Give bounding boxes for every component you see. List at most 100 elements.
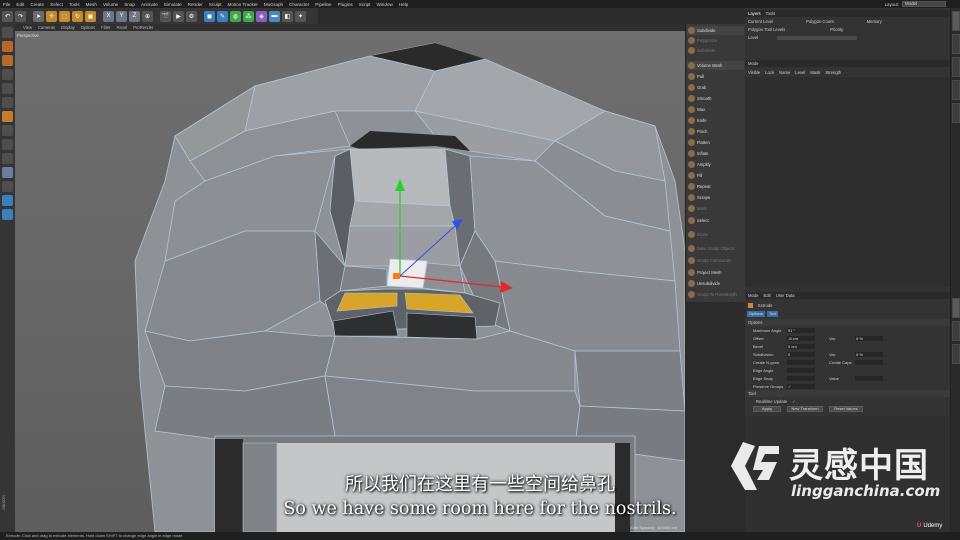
attr-field-value[interactable]: 0 % [855,335,883,341]
tab-layer[interactable] [952,321,960,341]
sculpt-tool-erase[interactable]: Erase [687,230,744,239]
polygons-mode-icon[interactable] [2,111,13,122]
array-icon[interactable]: ⁂ [243,10,254,22]
viewport-menu-options[interactable]: Options [81,25,95,30]
tab-takes[interactable] [952,34,960,54]
sculpt-tool-select[interactable]: Select [687,216,744,225]
menu-item-tools[interactable]: Tools [69,2,80,7]
tab-tool[interactable]: Tool [767,311,779,317]
undo-icon[interactable]: ↶ [2,10,13,22]
sculpt-tool-subdivide[interactable]: Subdivide [687,46,744,55]
attr-menu-edit[interactable]: Edit [763,293,770,298]
tab-options[interactable]: Options [747,311,765,317]
tab-objects[interactable] [952,11,960,31]
solo-icon[interactable] [2,181,13,192]
sculpt-tool-scrape[interactable]: Scrape [687,193,744,202]
menu-item-help[interactable]: Help [399,2,408,7]
menu-item-create[interactable]: Create [30,2,44,7]
apply-button[interactable]: Apply [753,406,781,412]
tab-coordinates[interactable] [952,344,960,364]
edges-mode-icon[interactable] [2,97,13,108]
tab-structure[interactable] [952,80,960,100]
attr-field-value[interactable]: 0 % [855,351,883,357]
tab-layers[interactable]: Layers [748,11,761,16]
viewport-menu-cameras[interactable]: Cameras [38,25,55,30]
attr-field-value[interactable] [787,359,815,365]
sculpt-tool-unsubdivide[interactable]: Unsubdivide [687,279,744,288]
axis-mode-icon[interactable] [2,139,13,150]
model-mode-icon[interactable] [2,41,13,52]
polygon-tool-levels-label[interactable]: Polygon Tool Levels [748,27,785,32]
sculpt-tool-smooth[interactable]: Smooth [687,94,744,103]
realtime-check-icon[interactable]: ✓ [792,399,796,404]
layers-list-area[interactable] [745,77,950,287]
sculpt-tool-sculpt-to-posemorph[interactable]: Sculpt To PoseMorph [687,290,744,299]
sculpt-tool-project-mesh[interactable]: Project Mesh [687,268,744,277]
sculpt-tool-repeat[interactable]: Repeat [687,182,744,191]
level-slider[interactable] [777,35,858,40]
attr-field-value[interactable]: ✓ [787,383,815,389]
sculpt-tool-amplify[interactable]: Amplify [687,160,744,169]
floor-icon[interactable]: ▬ [269,10,280,22]
menu-item-select[interactable]: Select [50,2,63,7]
menu-item-render[interactable]: Render [188,2,203,7]
attr-field-value[interactable] [855,359,883,365]
sculpt-tool-volume-mesh[interactable]: Volume Mesh [687,61,744,70]
make-editable-icon[interactable] [2,27,13,38]
tab-content-browser[interactable] [952,57,960,77]
snap-icon[interactable] [2,167,13,178]
menu-item-window[interactable]: Window [376,2,392,7]
viewport-menu-view[interactable]: View [23,25,32,30]
sculpt-tool-knife[interactable]: Knife [687,116,744,125]
viewport-menu-panel[interactable]: Panel [117,25,128,30]
render-settings-icon[interactable]: ⚙ [186,10,197,22]
render-pv-icon[interactable]: ▶ [173,10,184,22]
recent-tool-icon[interactable]: ▣ [85,10,96,22]
workplane-icon[interactable] [2,69,13,80]
x-axis-icon[interactable]: X [103,10,114,22]
workplane-lock-icon[interactable] [2,195,13,206]
sculpt-tool-grab[interactable]: Grab [687,83,744,92]
menu-item-character[interactable]: Character [289,2,309,7]
tweak-icon[interactable] [2,153,13,164]
tab-attributes[interactable] [952,298,960,318]
menu-item-sculpt[interactable]: Sculpt [209,2,222,7]
viewport-menu-prorender[interactable]: ProRender [133,25,153,30]
viewport-menu-display[interactable]: Display [61,25,75,30]
sculpt-tool-pull[interactable]: Pull [687,72,744,81]
menu-item-volume[interactable]: Volume [103,2,118,7]
scale-icon[interactable]: ⬚ [59,10,70,22]
layout-dropdown[interactable]: Model [902,1,946,7]
reset-values-button[interactable]: Reset Values [829,406,863,412]
menu-item-plugins[interactable]: Plugins [338,2,353,7]
uv-mode-icon[interactable] [2,125,13,136]
select-icon[interactable]: ➤ [33,10,44,22]
attr-field-value[interactable] [787,375,815,381]
mode-label[interactable]: Mode [748,61,758,66]
menu-item-mesh[interactable]: Mesh [86,2,97,7]
menu-item-pipeline[interactable]: Pipeline [315,2,331,7]
attr-field-value[interactable]: 0 cm [787,343,815,349]
menu-item-animate[interactable]: Animate [141,2,158,7]
deformer-icon[interactable]: ◈ [256,10,267,22]
camera-icon[interactable]: ◧ [282,10,293,22]
sculpt-tool-fill[interactable]: Fill [687,171,744,180]
tab-layers[interactable] [952,103,960,123]
attr-field-value[interactable]: 91 ° [787,327,815,333]
y-axis-icon[interactable]: Y [116,10,127,22]
move-icon[interactable]: ✛ [46,10,57,22]
z-axis-icon[interactable]: Z [129,10,140,22]
menu-item-snap[interactable]: Snap [124,2,135,7]
subdivision-icon[interactable]: ◍ [230,10,241,22]
priority-label[interactable]: Priority [830,27,843,32]
points-mode-icon[interactable] [2,83,13,94]
sculpt-tool-bake-sculpt-objects[interactable]: Bake Sculpt Objects [687,244,744,253]
attr-field-value[interactable] [787,367,815,373]
menu-item-motion-tracker[interactable]: Motion Tracker [228,2,258,7]
rotate-icon[interactable]: ↻ [72,10,83,22]
layout-selector[interactable]: Layout: Model [885,1,946,7]
tab-tools[interactable]: Tools [766,11,776,16]
new-transform-button[interactable]: New Transform [787,406,823,412]
sculpt-tool-flatten[interactable]: Flatten [687,138,744,147]
sculpt-tool-inflate[interactable]: Inflate [687,149,744,158]
